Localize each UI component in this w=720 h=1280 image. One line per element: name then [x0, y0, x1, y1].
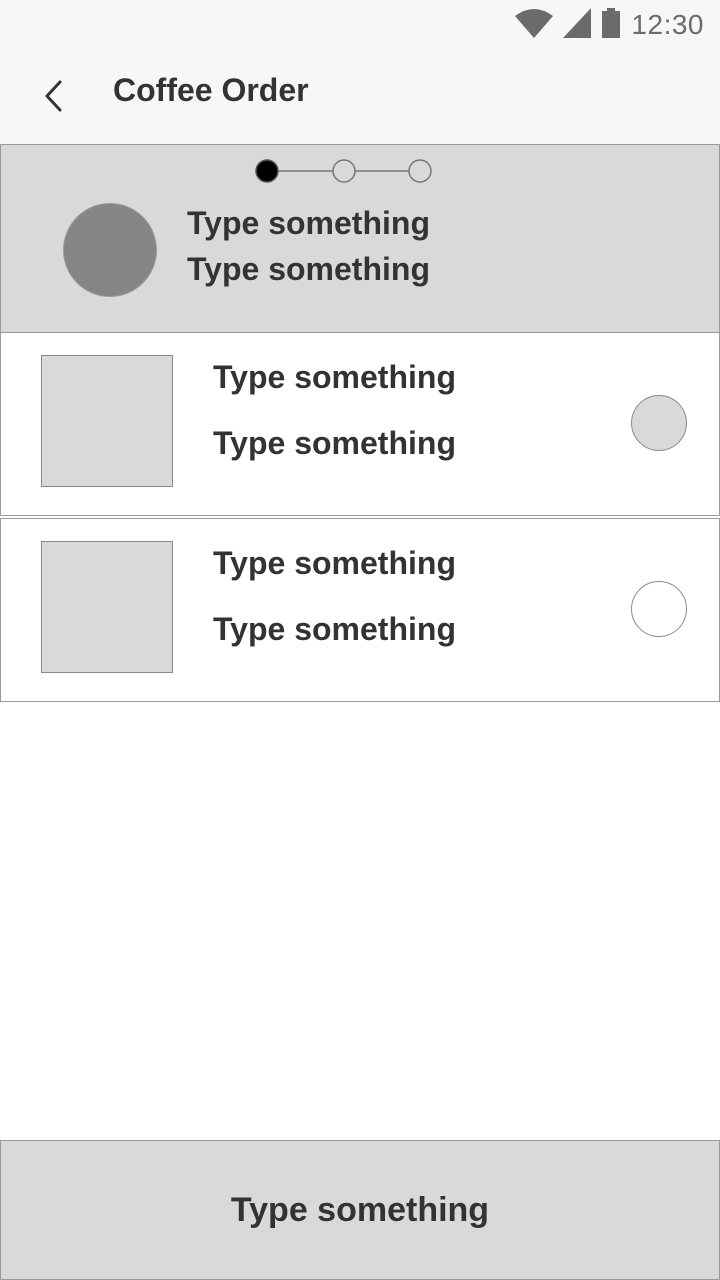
- item-radio-button[interactable]: [631, 581, 687, 637]
- app-bar: Coffee Order: [0, 50, 720, 140]
- item-line-1: Type something: [213, 545, 456, 581]
- page-title: Coffee Order: [113, 72, 309, 108]
- chevron-left-icon: [45, 80, 62, 112]
- step-indicator-2: [332, 159, 356, 183]
- item-line-1: Type something: [213, 359, 456, 395]
- signal-icon: [563, 7, 592, 43]
- item-line-2: Type something: [213, 611, 456, 647]
- item-radio-button[interactable]: [631, 395, 687, 451]
- battery-icon: [601, 7, 621, 43]
- wifi-icon: [515, 8, 554, 43]
- progress-card: Type something Type something: [0, 144, 720, 334]
- progress-stepper: [255, 159, 432, 183]
- step-indicator-3: [408, 159, 432, 183]
- progress-line-1: Type something: [187, 205, 430, 241]
- screen: 12:30 Coffee Order Type something Type s…: [0, 0, 720, 1280]
- item-image-placeholder: [41, 355, 173, 487]
- top-bar: 12:30 Coffee Order: [0, 0, 720, 144]
- list-item[interactable]: Type something Type something: [0, 332, 720, 516]
- progress-line-2: Type something: [187, 251, 430, 287]
- back-button[interactable]: [34, 76, 74, 116]
- item-image-placeholder: [41, 541, 173, 673]
- avatar: [63, 203, 157, 297]
- status-bar: 12:30: [515, 6, 704, 44]
- list-item[interactable]: Type something Type something: [0, 518, 720, 702]
- status-time: 12:30: [631, 9, 704, 40]
- step-indicator-1: [255, 159, 279, 183]
- bottom-action-button[interactable]: Type something: [0, 1140, 720, 1280]
- item-line-2: Type something: [213, 425, 456, 461]
